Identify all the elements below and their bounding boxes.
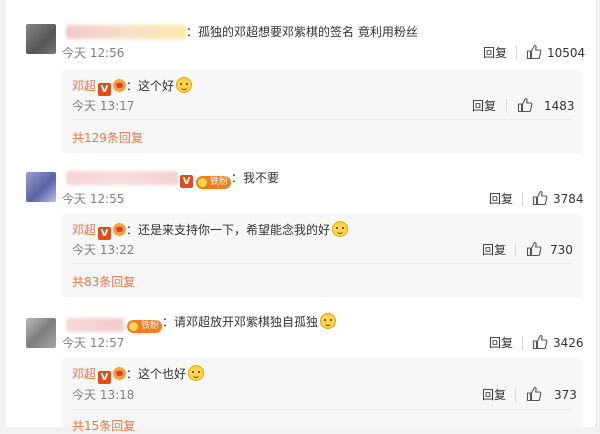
member-heart-icon: [113, 367, 127, 380]
sub-reply-text: ：这个也好: [126, 367, 187, 381]
doge-emoji-icon: [176, 77, 193, 93]
more-replies-link[interactable]: 共129条回复: [72, 130, 143, 146]
like-count: 1483: [544, 99, 575, 113]
thumbs-up-icon[interactable]: [532, 190, 548, 206]
more-replies-link[interactable]: 共15条回复: [72, 418, 135, 434]
sub-reply-button[interactable]: 回复: [482, 242, 506, 258]
more-replies-link[interactable]: 共83条回复: [72, 274, 135, 290]
verified-v-icon: V: [98, 227, 112, 240]
divider: [516, 46, 517, 60]
like-count: 3426: [553, 336, 584, 350]
sub-reply-line: 邓超 V ：这个好: [72, 77, 193, 96]
divider: [522, 336, 523, 350]
comment-item: 铁粉 ：请邓超放开邓紫棋独自孤独 今天 12:57 回复 3426 邓超 V ：这个也…: [6, 310, 596, 433]
comment-item: ：孤独的邓超想要邓紫棋的签名 竟利用粉丝 今天 12:56 回复 10504 邓…: [6, 0, 596, 160]
sub-reply-time: 今天 13:22: [72, 243, 135, 257]
reply-button[interactable]: 回复: [489, 335, 513, 351]
fan-badge: 铁粉: [127, 320, 163, 333]
divider: [506, 99, 507, 113]
sub-reply-button[interactable]: 回复: [482, 387, 506, 403]
like-count: 373: [554, 388, 577, 402]
sub-reply-text: ：这个好: [126, 79, 175, 93]
thumbs-up-icon[interactable]: [526, 241, 542, 257]
divider: [72, 263, 572, 264]
divider: [72, 409, 572, 410]
doge-emoji-icon: [320, 313, 337, 329]
comment-text: ：我不要: [231, 171, 280, 185]
doge-emoji-icon: [332, 221, 349, 237]
sub-reply-time: 今天 13:18: [72, 388, 135, 402]
sub-reply-line: 邓超 V ：还是来支持你一下，希望能念我的好: [72, 221, 349, 240]
avatar[interactable]: [26, 172, 56, 202]
sub-reply-box: 邓超 V ：这个好 今天 13:17 回复 1483 共129条回复: [62, 69, 582, 153]
like-count: 3784: [553, 192, 584, 206]
fan-badge: 铁粉: [196, 176, 232, 189]
blurred-username[interactable]: [66, 318, 124, 332]
sub-reply-text: ：还是来支持你一下，希望能念我的好: [126, 223, 331, 237]
member-heart-icon: [113, 223, 127, 236]
like-count: 10504: [547, 46, 586, 60]
sub-reply-author[interactable]: 邓超: [72, 79, 96, 93]
verified-v-icon: V: [98, 371, 112, 384]
sub-reply-author[interactable]: 邓超: [72, 223, 96, 237]
sub-reply-author[interactable]: 邓超: [72, 367, 96, 381]
reply-button[interactable]: 回复: [489, 191, 513, 207]
blurred-username[interactable]: [66, 25, 186, 39]
sub-reply-box: 邓超 V ：这个也好 今天 13:18 回复 373 共15条回复: [62, 357, 582, 433]
comment-text: ：请邓超放开邓紫棋独自孤独: [162, 315, 319, 329]
doge-emoji-icon: [188, 365, 205, 381]
comment-text: ：孤独的邓超想要邓紫棋的签名 竟利用粉丝: [186, 25, 418, 39]
blurred-username[interactable]: [66, 171, 178, 185]
thumbs-up-icon[interactable]: [526, 386, 542, 402]
sub-reply-line: 邓超 V ：这个也好: [72, 365, 205, 384]
sub-reply-box: 邓超 V ：还是来支持你一下，希望能念我的好 今天 13:22 回复 730 共83…: [62, 213, 582, 297]
verified-v-icon: V: [98, 83, 112, 96]
like-count: 730: [550, 243, 573, 257]
comment-time: 今天 12:55: [62, 192, 125, 206]
sub-reply-button[interactable]: 回复: [472, 98, 496, 114]
divider: [72, 119, 572, 120]
comment-panel: ：孤独的邓超想要邓紫棋的签名 竟利用粉丝 今天 12:56 回复 10504 邓…: [6, 0, 597, 433]
verified-v-icon: V: [180, 175, 193, 188]
thumbs-up-icon[interactable]: [532, 334, 548, 350]
thumbs-up-icon[interactable]: [526, 44, 542, 60]
avatar[interactable]: [26, 24, 56, 54]
comment-time: 今天 12:56: [62, 46, 125, 60]
sub-reply-time: 今天 13:17: [72, 99, 135, 113]
comment-header: 铁粉 ：请邓超放开邓紫棋独自孤独: [124, 313, 337, 333]
comment-time: 今天 12:57: [62, 336, 125, 350]
divider: [522, 192, 523, 206]
avatar[interactable]: [26, 318, 56, 348]
comment-header: V 铁粉 ：我不要: [178, 170, 279, 189]
comment-item: V 铁粉 ：我不要 今天 12:55 回复 3784 邓超 V ：还是来支持你一下，希望…: [6, 160, 596, 310]
member-heart-icon: [113, 79, 127, 92]
thumbs-up-icon[interactable]: [517, 97, 533, 113]
reply-button[interactable]: 回复: [483, 45, 507, 61]
divider: [515, 243, 516, 257]
divider: [515, 388, 516, 402]
